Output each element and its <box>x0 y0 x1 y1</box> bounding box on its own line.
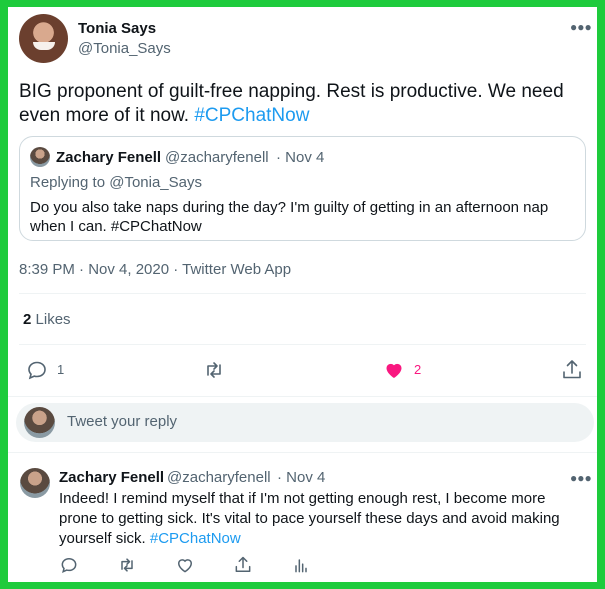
author-handle[interactable]: @Tonia_Says <box>78 40 171 57</box>
reply-author-avatar[interactable] <box>20 468 50 498</box>
quoted-tweet[interactable]: Zachary Fenell @zacharyfenell · Nov 4 Re… <box>19 136 586 241</box>
author-name[interactable]: Tonia Says <box>78 20 156 37</box>
reply-text-body: Indeed! I remind myself that if I'm not … <box>59 490 560 547</box>
reply-author-name[interactable]: Zachary Fenell <box>59 469 164 486</box>
reply-composer[interactable]: Tweet your reply <box>16 403 594 442</box>
composer-avatar <box>24 407 55 438</box>
tweet-text: BIG proponent of guilt-free napping. Res… <box>19 80 589 128</box>
analytics-icon[interactable] <box>291 555 311 575</box>
reply-heart-icon[interactable] <box>175 555 195 575</box>
reply-hashtag[interactable]: #CPChatNow <box>150 530 241 547</box>
like-count: 2 <box>414 362 422 377</box>
retweet-icon[interactable] <box>202 358 226 382</box>
divider <box>8 452 597 453</box>
heart-icon[interactable] <box>382 358 406 382</box>
share-icon[interactable] <box>560 358 584 382</box>
reply-text: Indeed! I remind myself that if I'm not … <box>59 489 579 549</box>
tweet-hashtag[interactable]: #CPChatNow <box>194 105 309 126</box>
tweet-page: Tonia Says @Tonia_Says ●●● BIG proponent… <box>8 7 597 582</box>
reply-author-handle[interactable]: @zacharyfenell <box>167 469 271 486</box>
reply-count: 1 <box>57 362 65 377</box>
divider <box>8 396 597 397</box>
reply-more-icon[interactable]: ●●● <box>570 471 592 485</box>
quote-author-name: Zachary Fenell <box>56 149 162 166</box>
quote-avatar <box>30 147 50 167</box>
reply-input[interactable]: Tweet your reply <box>67 413 177 430</box>
quote-date: · Nov 4 <box>276 149 325 166</box>
divider <box>19 344 586 345</box>
tweet-timestamp[interactable]: 8:39 PM · Nov 4, 2020 · Twitter Web App <box>19 261 291 278</box>
reply-date[interactable]: · Nov 4 <box>277 469 325 486</box>
divider <box>19 293 586 294</box>
reply-retweet-icon[interactable] <box>117 555 137 575</box>
likes-count: 2 <box>23 311 32 328</box>
reply-icon[interactable] <box>25 358 49 382</box>
reply-reply-icon[interactable] <box>59 555 79 575</box>
quote-replying-to: Replying to @Tonia_Says <box>30 174 202 191</box>
likes-label: Likes <box>35 311 71 328</box>
likes-summary[interactable]: 2 Likes <box>23 311 71 328</box>
more-horizontal-icon[interactable]: ●●● <box>570 20 592 34</box>
quote-text: Do you also take naps during the day? I'… <box>30 199 549 235</box>
quote-author-handle: @zacharyfenell <box>165 149 269 166</box>
reply-share-icon[interactable] <box>233 555 253 575</box>
author-avatar[interactable] <box>19 14 68 63</box>
